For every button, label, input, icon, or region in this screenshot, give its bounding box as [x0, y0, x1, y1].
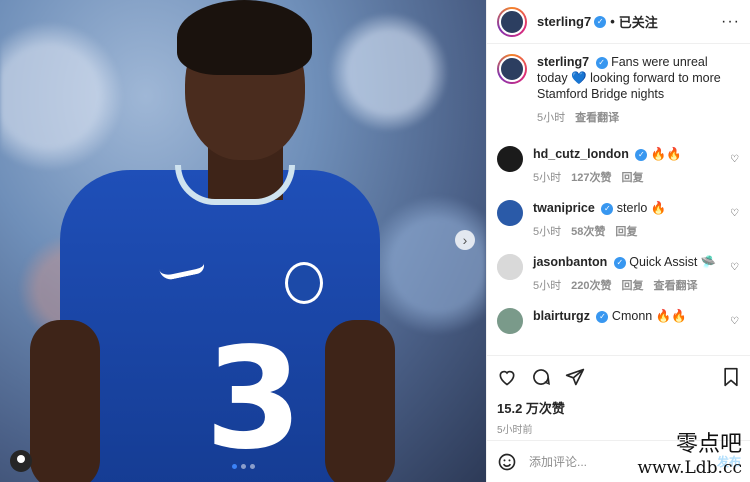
comment-row: blairturgz ✓ Cmonn 🔥🔥 ♡	[497, 308, 740, 334]
avatar[interactable]	[497, 146, 523, 172]
share-icon[interactable]	[565, 367, 585, 387]
comment-like-icon[interactable]: ♡	[730, 316, 740, 327]
comment-row: twaniprice ✓ sterlo 🔥 5小时 58次赞 回复 ♡	[497, 200, 740, 240]
comment-text: Quick Assist 🛸	[629, 255, 717, 269]
avatar[interactable]	[497, 54, 527, 84]
comment-time: 5小时	[533, 226, 562, 238]
sponsor-logo: 3	[205, 318, 303, 481]
follow-status[interactable]: 已关注	[619, 12, 658, 31]
caption-username[interactable]: sterling7	[537, 55, 589, 69]
comment-row: hd_cutz_london ✓ 🔥🔥 5小时 127次赞 回复 ♡	[497, 146, 740, 186]
translate-link[interactable]: 查看翻译	[575, 110, 619, 126]
avatar[interactable]	[497, 308, 523, 334]
header-username[interactable]: sterling7	[537, 14, 591, 29]
bookmark-icon[interactable]	[721, 367, 741, 387]
watermark-url: www.Ldb.cc	[637, 458, 742, 478]
comment-like-icon[interactable]: ♡	[730, 208, 740, 219]
comment-time: 5小时	[533, 280, 562, 292]
comment-text: Cmonn 🔥🔥	[611, 309, 687, 323]
watermark: 零点吧 www.Ldb.cc	[637, 426, 742, 478]
comment-input[interactable]: 添加评论...	[529, 453, 587, 470]
right-arm	[325, 320, 395, 482]
user-tag-icon[interactable]	[10, 450, 32, 472]
separator-dot: •	[610, 14, 615, 29]
comment-text: 🔥🔥	[650, 147, 682, 161]
comment-row: jasonbanton ✓ Quick Assist 🛸 5小时 220次赞 回…	[497, 254, 740, 294]
reply-link[interactable]: 回复	[615, 224, 637, 240]
comment-time: 5小时	[533, 172, 562, 184]
comment-like-icon[interactable]: ♡	[730, 154, 740, 165]
comment-username[interactable]: twaniprice	[533, 201, 595, 215]
comment-likes[interactable]: 220次赞	[571, 278, 611, 294]
left-arm	[30, 320, 100, 482]
reply-link[interactable]: 回复	[621, 278, 643, 294]
verified-icon: ✓	[596, 310, 609, 323]
comment-icon[interactable]	[531, 367, 551, 387]
reply-link[interactable]: 回复	[621, 170, 643, 186]
comment-likes[interactable]: 127次赞	[571, 170, 611, 186]
comment-text: sterlo 🔥	[616, 201, 667, 215]
carousel-dot	[241, 464, 246, 469]
post-header: sterling7 ✓ • 已关注 ···	[487, 0, 750, 44]
like-count[interactable]: 15.2 万次赞	[497, 398, 741, 417]
carousel-dots	[232, 464, 255, 469]
verified-icon: ✓	[635, 148, 648, 161]
post-media: 3 ›	[0, 0, 486, 482]
emoji-icon[interactable]	[497, 452, 517, 472]
carousel-dot	[232, 464, 237, 469]
next-image-button[interactable]: ›	[455, 230, 475, 250]
verified-icon: ✓	[595, 56, 608, 69]
post-sidebar: sterling7 ✓ • 已关注 ··· sterling7 ✓ Fans w…	[486, 0, 750, 482]
more-icon[interactable]: ···	[721, 13, 740, 31]
club-crest	[285, 262, 323, 304]
comment-likes[interactable]: 58次赞	[571, 224, 605, 240]
hair	[177, 0, 312, 75]
player-photo: 3	[30, 0, 395, 482]
comment-like-icon[interactable]: ♡	[730, 262, 740, 273]
comment-username[interactable]: jasonbanton	[533, 255, 607, 269]
avatar[interactable]	[497, 254, 523, 280]
heart-icon[interactable]	[497, 367, 517, 387]
post-caption: sterling7 ✓ Fans were unreal today 💙 loo…	[497, 54, 740, 126]
avatar[interactable]	[497, 200, 523, 226]
verified-icon: ✓	[594, 15, 607, 28]
translate-link[interactable]: 查看翻译	[653, 278, 697, 294]
caption-time: 5小时	[537, 112, 566, 124]
comments-list[interactable]: sterling7 ✓ Fans were unreal today 💙 loo…	[487, 44, 750, 349]
avatar[interactable]	[497, 6, 527, 37]
comment-username[interactable]: blairturgz	[533, 309, 590, 323]
verified-icon: ✓	[613, 256, 626, 269]
comment-username[interactable]: hd_cutz_london	[533, 147, 629, 161]
carousel-dot	[250, 464, 255, 469]
watermark-cn: 零点吧	[675, 432, 742, 457]
verified-icon: ✓	[601, 202, 614, 215]
